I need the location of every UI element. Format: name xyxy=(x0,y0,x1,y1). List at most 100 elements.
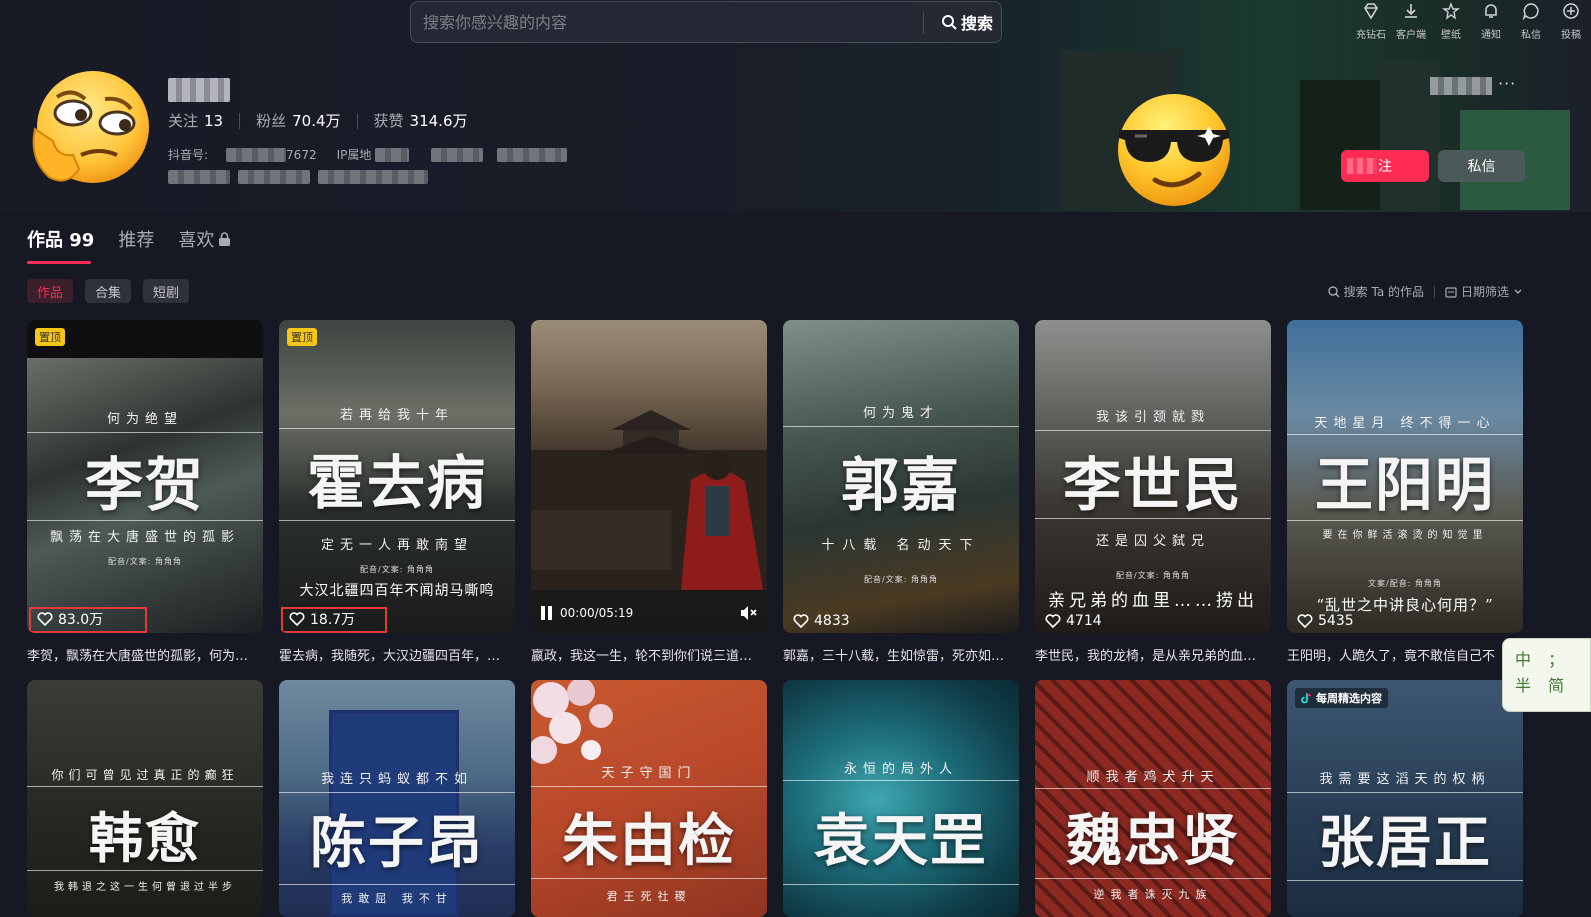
followers-count[interactable]: 70.4万 xyxy=(292,110,340,131)
cover-quote: “乱世之中讲良心何用？” xyxy=(1316,596,1494,614)
chip-works[interactable]: 作品 xyxy=(27,279,74,303)
chip-short-dramas[interactable]: 短剧 xyxy=(143,279,190,303)
cover-subtitle: 定无一人再敢南望 xyxy=(320,538,473,553)
video-card[interactable]: 00:00/05:19 xyxy=(531,320,767,633)
search-works-label: 搜索 Ta 的作品 xyxy=(1343,285,1424,299)
video-card[interactable]: 你们可曾见过真正的癫狂 韩愈 我韩退之这一生何曾退过半步 xyxy=(27,680,263,917)
cover-rule xyxy=(279,428,515,429)
like-count: 4833 xyxy=(793,613,850,629)
following-count[interactable]: 13 xyxy=(204,112,223,130)
bio-redacted xyxy=(238,170,310,184)
cover-rule xyxy=(279,520,515,521)
cover-subtitle: 君王死社稷 xyxy=(606,890,692,903)
search-button[interactable]: 搜索 xyxy=(933,2,1001,42)
search-button-label: 搜索 xyxy=(960,14,993,33)
cover-credit: 配音/文案: 角角角 xyxy=(360,565,434,574)
likes-label: 获赞 xyxy=(373,112,404,130)
video-caption[interactable]: 霍去病，我随死，大汉边疆四百年，… xyxy=(279,645,515,664)
cover-rule xyxy=(279,884,515,885)
tab-recommend[interactable]: 推荐 xyxy=(118,226,154,252)
content-filter-chips: 作品 合集 短剧 xyxy=(27,279,190,303)
cover-title: 陈子昂 xyxy=(310,810,484,876)
followers-label: 粉丝 xyxy=(256,112,287,130)
like-count-value: 4714 xyxy=(1066,613,1102,629)
douyin-id-label: 抖音号: xyxy=(168,148,209,162)
cover-title: 李贺 xyxy=(84,451,205,519)
ime-toolbar[interactable]: 中 ； 半 简 xyxy=(1502,638,1591,712)
topnav-client[interactable]: 客户端 xyxy=(1391,2,1431,41)
pause-icon[interactable] xyxy=(541,606,552,620)
date-filter-dropdown[interactable]: 日期筛选 xyxy=(1445,283,1523,300)
video-caption[interactable]: 嬴政，我这一生，轮不到你们说三道… xyxy=(531,645,767,664)
video-caption[interactable]: 王阳明，人跪久了，竟不敢信自己不 xyxy=(1287,645,1501,664)
heart-icon xyxy=(793,614,809,629)
like-count: 5435 xyxy=(1297,613,1354,629)
mute-icon[interactable] xyxy=(739,605,757,621)
search-works-button[interactable]: 搜索 Ta 的作品 xyxy=(1327,283,1424,300)
bell-icon xyxy=(1485,4,1497,18)
cover-subtitle: 你们可曾见过真正的癫狂 xyxy=(51,768,239,782)
cover-subtitle: 天子守国门 xyxy=(601,766,697,781)
topnav-wallpaper[interactable]: 壁纸 xyxy=(1431,2,1471,41)
search-bar: 搜索 xyxy=(410,1,1002,43)
video-card[interactable]: 我连只蚂蚁都不如 陈子昂 我敢屈 我不甘 xyxy=(279,680,515,917)
video-card[interactable]: 我该引颈就戮 李世民 还是囚父弑兄 配音/文案: 角角角 亲兄弟的血里……捞出 … xyxy=(1035,320,1271,633)
follow-button[interactable]: 注 xyxy=(1341,150,1429,182)
douyin-logo-icon xyxy=(1301,692,1312,704)
cover-quote: 亲兄弟的血里……捞出 xyxy=(1048,591,1258,611)
search-input[interactable] xyxy=(423,2,923,42)
douyin-id-tail: 7672 xyxy=(286,147,317,162)
cover-subtitle: 若再给我十年 xyxy=(339,408,454,423)
cover-subtitle: 我需要这滔天的权柄 xyxy=(1319,772,1491,787)
cover-title: 李世民 xyxy=(1062,451,1243,519)
topnav-recharge[interactable]: 充钻石 xyxy=(1351,2,1391,41)
topnav-notifications[interactable]: 通知 xyxy=(1471,2,1511,41)
video-card[interactable]: 顺我者鸡犬升天 魏忠贤 逆我者诛灭九族 xyxy=(1035,680,1271,917)
video-caption[interactable]: 李贺，飘荡在大唐盛世的孤影，何为… xyxy=(27,645,263,664)
topnav-messages[interactable]: 私信 xyxy=(1511,2,1551,41)
heart-icon xyxy=(37,612,53,627)
video-card[interactable]: 每周精选内容 我需要这滔天的权柄 张居正 xyxy=(1287,680,1523,917)
video-card[interactable]: 置顶 何为绝望 李贺 飘荡在大唐盛世的孤影 配音/文案: 角角角 83.0万 xyxy=(27,320,263,633)
more-options-button[interactable]: ··· xyxy=(1498,74,1516,93)
video-caption[interactable]: 李世民，我的龙椅，是从亲兄弟的血… xyxy=(1035,645,1271,664)
avatar[interactable] xyxy=(27,69,155,191)
like-count-value: 5435 xyxy=(1318,613,1354,629)
cover-subtitle: 何为鬼才 xyxy=(862,406,939,421)
cover-rule xyxy=(783,884,1019,885)
video-card[interactable]: 永恒的局外人 袁天罡 xyxy=(783,680,1019,917)
pinned-badge: 置顶 xyxy=(35,328,65,346)
video-card[interactable]: 天地星月 终不得一心 王阳明 要在你鲜活滚烫的知觉里 文案/配音: 角角角 “乱… xyxy=(1287,320,1523,633)
tag-redacted xyxy=(431,147,484,162)
cover-title: 魏忠贤 xyxy=(1066,808,1240,874)
cover-rule xyxy=(1035,430,1271,431)
cover-credit: 文案/配音: 角角角 xyxy=(1368,579,1442,588)
tab-likes[interactable]: 喜欢 xyxy=(178,226,231,252)
cover-rule xyxy=(1035,518,1271,519)
cover-rule xyxy=(1287,792,1523,793)
follow-redacted xyxy=(1347,158,1377,174)
profile-tabs: 作品 99 推荐 喜欢 xyxy=(27,226,231,252)
tab-label: 作品 99 xyxy=(27,230,95,251)
topnav-label: 投稿 xyxy=(1561,30,1581,41)
chevron-down-icon xyxy=(1514,289,1522,294)
video-caption[interactable]: 郭嘉，三十八载，生如惊雷，死亦如… xyxy=(783,645,1019,664)
tab-label: 推荐 xyxy=(118,230,155,251)
palace-scene xyxy=(531,410,767,590)
video-card[interactable]: 置顶 若再给我十年 霍去病 定无一人再敢南望 配音/文案: 角角角 大汉北疆四百… xyxy=(279,320,515,633)
calendar-icon xyxy=(1445,286,1457,298)
search-icon xyxy=(1327,285,1340,297)
chip-collections[interactable]: 合集 xyxy=(85,279,132,303)
tab-works[interactable]: 作品 99 xyxy=(27,226,94,252)
cover-subtitle: 顺我者鸡犬升天 xyxy=(1086,770,1220,785)
topnav-upload[interactable]: 投稿 xyxy=(1551,2,1591,41)
video-card[interactable]: 天子守国门 朱由检 君王死社稷 xyxy=(531,680,767,917)
video-card[interactable]: 何为鬼才 郭嘉 十八载 名动天下 配音/文案: 角角角 4833 xyxy=(783,320,1019,633)
cover-title: 郭嘉 xyxy=(840,451,961,519)
cover-title: 张居正 xyxy=(1318,810,1492,876)
like-count-value: 4833 xyxy=(814,613,850,629)
topnav-label: 客户端 xyxy=(1396,30,1426,41)
blossom-art xyxy=(531,680,613,764)
cover-rule xyxy=(279,792,515,793)
message-button[interactable]: 私信 xyxy=(1438,150,1525,182)
